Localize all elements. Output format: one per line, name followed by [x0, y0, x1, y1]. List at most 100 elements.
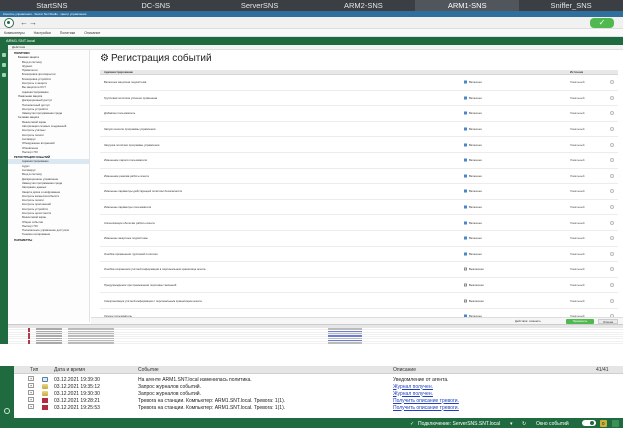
- policy-sidebar: ПОЛИТИКИ Базовая защита Вход в систему Журн…: [8, 50, 90, 322]
- event-row[interactable]: +03.12.2021 19:30:30 Запрос журналов собы…: [14, 390, 623, 397]
- info-icon[interactable]: [610, 95, 614, 100]
- event-description-link[interactable]: Журнал получен.: [393, 391, 433, 397]
- info-icon[interactable]: [610, 80, 614, 85]
- enable-checkbox[interactable]: [464, 299, 467, 303]
- sidebar-item[interactable]: Теневое копирование: [8, 232, 89, 236]
- forward-arrow-icon[interactable]: →: [29, 18, 37, 28]
- check-icon: ✓: [410, 420, 415, 427]
- info-icon[interactable]: [610, 220, 614, 225]
- top-tab-arm2-sns[interactable]: ARM2-SNS: [311, 0, 415, 11]
- event-description-link[interactable]: Получить описание тревоги.: [393, 405, 459, 411]
- enable-checkbox[interactable]: [464, 96, 467, 100]
- enable-checkbox[interactable]: [464, 236, 467, 240]
- page-title: ⚙ Регистрация событий: [100, 53, 212, 64]
- grid-row: Изменены параметры действующей политики …: [100, 184, 618, 200]
- computer-title: ARM1.SNT.local: [0, 37, 623, 45]
- enable-checkbox[interactable]: [464, 267, 467, 271]
- breadcrumb-item[interactable]: Политики: [60, 31, 75, 35]
- enable-checkbox[interactable]: [464, 174, 467, 178]
- info-icon[interactable]: [610, 267, 614, 272]
- info-icon[interactable]: [610, 189, 614, 194]
- setting-source: Локальный: [570, 236, 585, 241]
- workspace: StartSNS DC-SNS ServerSNS ARM2-SNS ARM1-…: [0, 0, 623, 428]
- setting-value: Включено: [469, 127, 482, 132]
- top-tab-serversns[interactable]: ServerSNS: [208, 0, 312, 11]
- breadcrumb-item[interactable]: Настройки: [34, 31, 51, 35]
- sidebar-item[interactable]: Паспорт ПО: [8, 150, 89, 154]
- event-text: Тревога на станции. Компьютер: ARM1.SNT.…: [138, 397, 286, 404]
- management-console-screenshot: Консоль управления - Secret Net Studio -…: [0, 11, 623, 344]
- enable-checkbox[interactable]: [464, 221, 467, 225]
- info-icon[interactable]: [610, 283, 614, 288]
- event-row[interactable]: +03.12.2021 19:39:30 На агенте ARM1.SNT.l…: [14, 376, 623, 383]
- expand-icon[interactable]: +: [28, 390, 34, 395]
- chat-icon[interactable]: [612, 419, 619, 427]
- dropdown-icon[interactable]: ▾: [510, 421, 513, 427]
- event-setting-name: Синхронизация учётной информации с персо…: [104, 298, 202, 303]
- section-title: Администрирование: [104, 70, 133, 74]
- expand-icon[interactable]: +: [28, 383, 34, 388]
- events-window-toggle[interactable]: [582, 420, 596, 426]
- event-panel-zoom: Тип Дата и время Событие Описание 41/41 …: [0, 366, 623, 428]
- column-description[interactable]: Описание: [393, 367, 416, 373]
- event-setting-name: Включена защитная подсистема: [104, 80, 147, 85]
- enable-checkbox[interactable]: [464, 111, 467, 115]
- event-datetime: 03.12.2021 19:25:53: [54, 404, 100, 411]
- enable-checkbox[interactable]: [464, 283, 467, 287]
- info-icon[interactable]: [610, 205, 614, 210]
- column-datetime[interactable]: Дата и время: [54, 367, 85, 373]
- column-type[interactable]: Тип: [30, 367, 38, 373]
- info-icon[interactable]: [610, 236, 614, 241]
- ok-button[interactable]: ✓: [590, 18, 614, 28]
- setting-value: Выключено: [469, 267, 484, 272]
- setting-value: Включено: [469, 251, 482, 256]
- expand-icon[interactable]: +: [28, 397, 34, 402]
- home-icon[interactable]: [2, 53, 6, 57]
- expand-icon[interactable]: +: [28, 404, 34, 409]
- connection-status: Подключение: ServerSNS.SNT.local: [418, 420, 500, 427]
- event-setting-name: Изменение пароля пользователя: [104, 158, 148, 163]
- setting-value: Включено: [469, 142, 482, 147]
- event-row[interactable]: +03.12.2021 19:25:53 Тревога на станции. …: [14, 404, 623, 411]
- event-setting-name: Загрузка политики программы управления: [104, 142, 160, 147]
- enable-checkbox[interactable]: [464, 189, 467, 193]
- enable-checkbox[interactable]: [464, 80, 467, 84]
- settings-icon[interactable]: [2, 73, 6, 77]
- back-arrow-icon[interactable]: ←: [20, 18, 28, 28]
- breadcrumb-item[interactable]: Компьютеры: [4, 31, 25, 35]
- event-row[interactable]: +03.12.2021 19:28:21 Тревога на станции. …: [14, 397, 623, 404]
- column-event[interactable]: Событие: [138, 367, 159, 373]
- top-tab-sniffer-sns[interactable]: Sniffer_SNS: [519, 0, 623, 11]
- event-setting-name: Ошибка применения групповой политики: [104, 251, 158, 256]
- info-icon[interactable]: [610, 251, 614, 256]
- refresh-icon[interactable]: ↻: [522, 421, 526, 427]
- setting-source: Локальный: [570, 283, 585, 288]
- event-description-link[interactable]: Журнал получен.: [393, 384, 433, 390]
- setting-source: Локальный: [570, 173, 585, 178]
- journal-icon: [42, 390, 48, 396]
- info-icon[interactable]: [610, 111, 614, 116]
- info-icon[interactable]: [610, 142, 614, 147]
- top-tab-arm1-sns[interactable]: ARM1-SNS: [415, 0, 520, 11]
- setting-value: Включено: [469, 173, 482, 178]
- info-icon[interactable]: [610, 298, 614, 303]
- expand-icon[interactable]: +: [28, 376, 34, 381]
- enable-checkbox[interactable]: [464, 158, 467, 162]
- enable-checkbox[interactable]: [464, 127, 467, 131]
- enable-checkbox[interactable]: [464, 143, 467, 147]
- enable-checkbox[interactable]: [464, 205, 467, 209]
- event-datetime: 03.12.2021 19:39:30: [54, 376, 100, 383]
- event-setting-name: Ошибка сохранения учётной информации в п…: [104, 267, 206, 272]
- event-row[interactable]: +03.12.2021 19:35:12 Запрос журналов собы…: [14, 383, 623, 390]
- top-tab-dc-sns[interactable]: DC-SNS: [104, 0, 208, 11]
- sidebar-item[interactable]: ПАРАМЕТРЫ: [8, 238, 89, 242]
- info-icon[interactable]: [610, 158, 614, 163]
- alert-icon: [42, 397, 48, 403]
- info-icon[interactable]: [610, 127, 614, 132]
- top-tab-startsns[interactable]: StartSNS: [0, 0, 104, 11]
- info-icon[interactable]: [610, 173, 614, 178]
- enable-checkbox[interactable]: [464, 252, 467, 256]
- breadcrumb-item[interactable]: Описание: [84, 31, 100, 35]
- computers-icon[interactable]: [2, 63, 6, 67]
- event-description-link[interactable]: Получить описание тревоги.: [393, 398, 459, 404]
